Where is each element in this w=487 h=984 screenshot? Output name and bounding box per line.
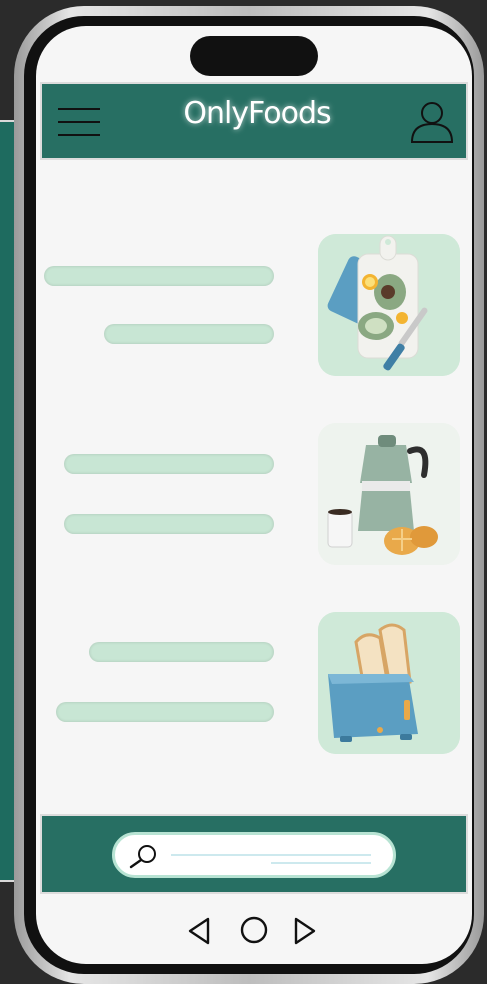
feed-item-3-title-placeholder [89, 642, 274, 662]
forward-triangle-icon[interactable] [292, 916, 318, 946]
home-circle-icon[interactable] [239, 915, 269, 945]
back-triangle-icon[interactable] [186, 916, 212, 946]
search-placeholder-line [171, 854, 371, 856]
search-placeholder-line [271, 862, 371, 864]
phone-screen: OnlyFoods [36, 26, 472, 964]
feed-item-2-image[interactable] [318, 423, 460, 565]
feed-item-1-title-placeholder [44, 266, 274, 286]
feed-item-1-image[interactable] [318, 234, 460, 376]
camera-notch [190, 36, 318, 76]
user-icon[interactable] [410, 100, 454, 144]
search-bar[interactable] [112, 832, 396, 878]
feed-item-2-subtitle-placeholder [64, 514, 274, 534]
app-header: OnlyFoods [40, 82, 468, 160]
feed-item-2-title-placeholder [64, 454, 274, 474]
feed-item-3-subtitle-placeholder [56, 702, 274, 722]
feed-item-1-subtitle-placeholder [104, 324, 274, 344]
app-title: OnlyFoods [183, 96, 331, 131]
system-navigation-bar [36, 906, 472, 956]
bottom-bar [40, 814, 468, 894]
feed-item-3-image[interactable] [318, 612, 460, 754]
search-icon[interactable] [129, 843, 159, 869]
hamburger-menu-icon[interactable] [58, 108, 100, 138]
